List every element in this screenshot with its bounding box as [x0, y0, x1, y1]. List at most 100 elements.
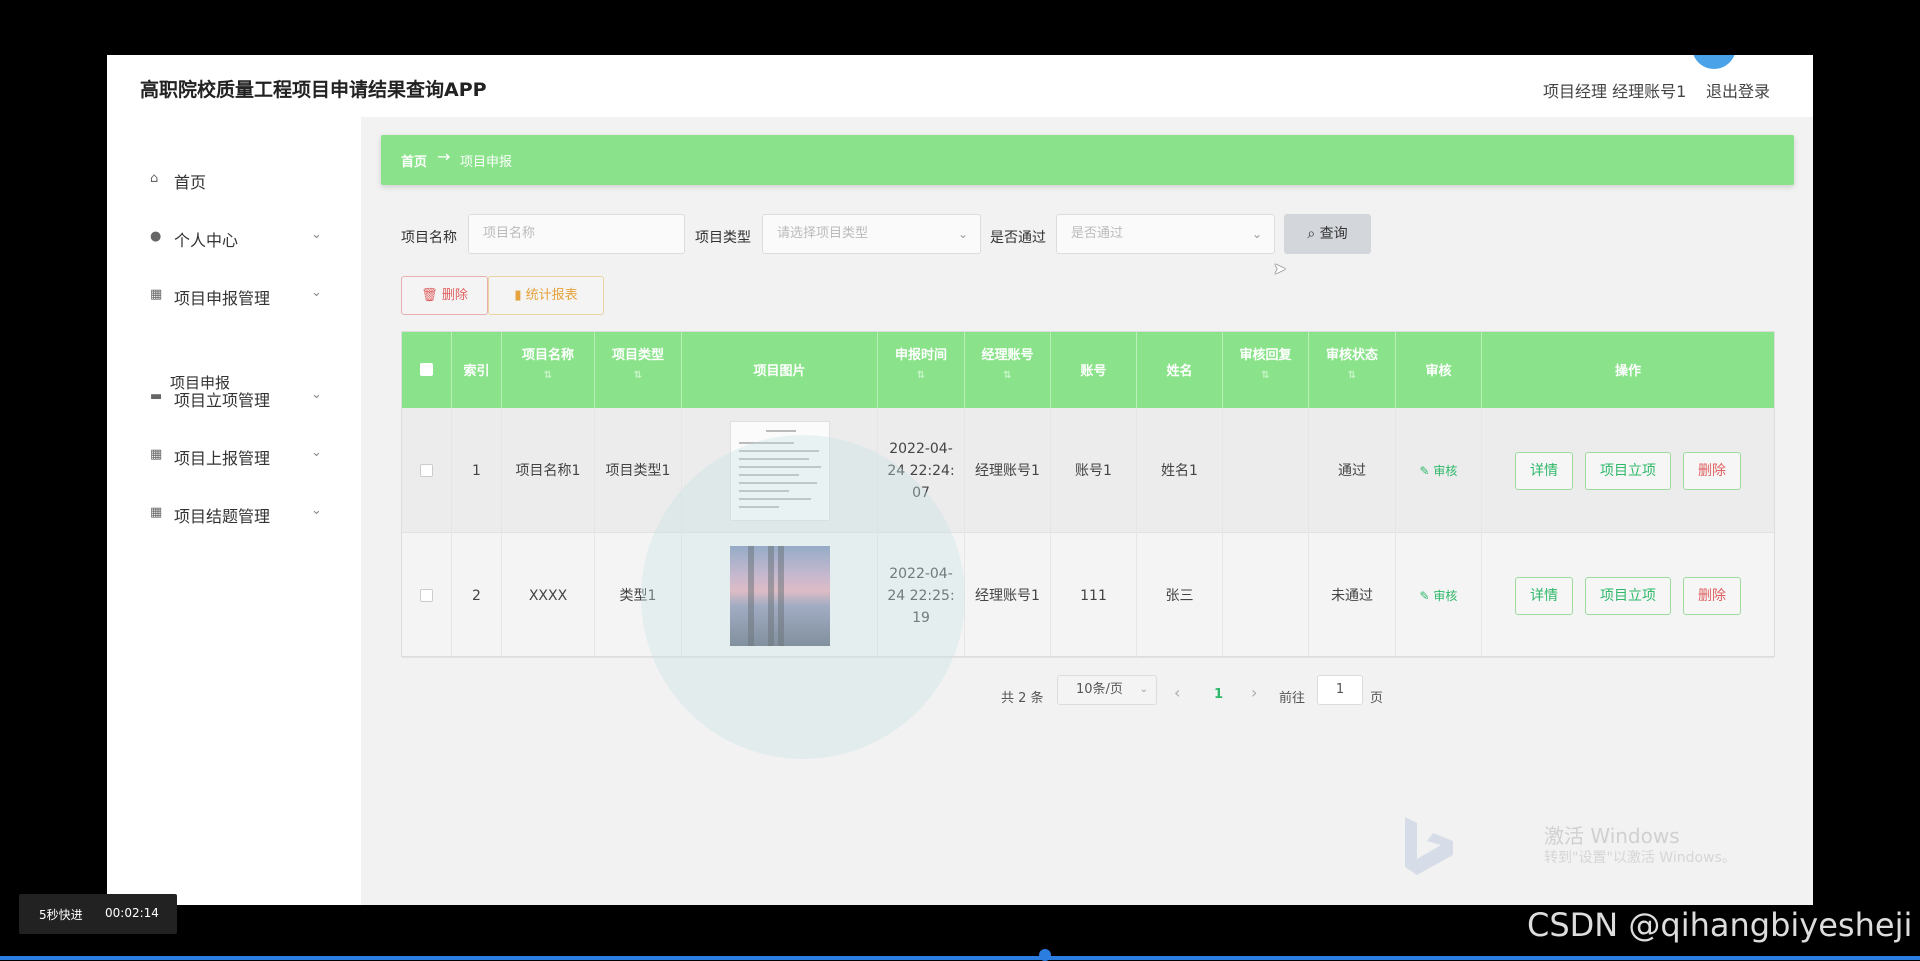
- select-all-checkbox[interactable]: [420, 363, 433, 376]
- sidebar-item-label: 个人中心: [174, 231, 239, 250]
- audit-cell: ✎ 审核: [1396, 408, 1482, 533]
- prev-page-button[interactable]: ‹: [1174, 683, 1180, 702]
- current-user: 项目经理 经理账号1: [1543, 82, 1687, 101]
- column-header[interactable]: 项目类型 ⇅: [595, 332, 682, 408]
- chevron-down-icon: ⌄: [1139, 684, 1148, 695]
- row-checkbox[interactable]: [420, 589, 433, 602]
- fast-forward-badge[interactable]: 5秒快进 00:02:14: [19, 894, 177, 934]
- batch-delete-button[interactable]: 🗑 删除: [401, 276, 488, 315]
- column-header: 操作: [1482, 332, 1774, 408]
- project-name-cell: 项目名称1: [502, 408, 595, 533]
- sort-icon: ⇅: [543, 370, 553, 381]
- approve-project-button[interactable]: 项目立项: [1585, 451, 1671, 490]
- time-line: 07: [912, 484, 930, 501]
- audit-status-cell: 未通过: [1309, 533, 1396, 658]
- project-image-cell: [682, 533, 878, 658]
- grid-icon: ▦: [150, 505, 163, 520]
- home-icon: ⌂: [150, 171, 159, 186]
- project-name-label: 项目名称: [401, 230, 457, 246]
- column-header-label: 经理账号: [981, 348, 1034, 363]
- search-button[interactable]: ⌕ 查询: [1284, 214, 1371, 254]
- sidebar-item-project-report[interactable]: ▦ 项目上报管理 ⌄: [107, 435, 361, 475]
- column-header-label: 审核: [1425, 364, 1452, 379]
- video-progress-handle[interactable]: [1039, 949, 1051, 961]
- sidebar-item-project-approval[interactable]: ▬ 项目立项管理 ⌄: [107, 377, 361, 417]
- sidebar-item-label: 项目结题管理: [174, 507, 271, 526]
- pass-status-select[interactable]: 是否通过 ⌄: [1056, 214, 1275, 254]
- project-name-cell: XXXX: [502, 533, 595, 658]
- statistics-report-label: 统计报表: [525, 288, 578, 303]
- sidebar: ⌂ 首页 ● 个人中心 ⌄ ▦ 项目申报管理 ⌄ 项目申报 ▬ 项目立项管理 ⌄…: [107, 117, 361, 905]
- time-line: 24 22:24:: [887, 462, 955, 479]
- detail-button[interactable]: 详情: [1515, 451, 1573, 490]
- project-image-cell: [682, 408, 878, 533]
- column-header-label: 项目图片: [753, 364, 806, 379]
- audit-cell: ✎ 审核: [1396, 533, 1482, 658]
- column-header[interactable]: 经理账号 ⇅: [965, 332, 1051, 408]
- chevron-down-icon: ⌄: [311, 285, 322, 300]
- statistics-report-button[interactable]: ▮ 统计报表: [488, 276, 604, 315]
- sort-icon: ⇅: [1347, 370, 1357, 381]
- audit-link[interactable]: ✎ 审核: [1420, 460, 1458, 482]
- column-header[interactable]: 姓名: [1137, 332, 1223, 408]
- sidebar-item-home[interactable]: ⌂ 首页: [107, 159, 361, 199]
- column-header[interactable]: 账号: [1051, 332, 1137, 408]
- windows-activation-hint: 转到"设置"以激活 Windows。: [1544, 850, 1736, 866]
- column-header[interactable]: 申报时间 ⇅: [878, 332, 965, 408]
- column-header-label: 审核回复: [1239, 348, 1292, 363]
- column-header[interactable]: 项目名称 ⇅: [502, 332, 595, 408]
- select-placeholder: 是否通过: [1071, 226, 1124, 241]
- account-cell: 111: [1051, 533, 1137, 658]
- audit-reply-cell: [1223, 533, 1309, 658]
- sidebar-item-project-closure[interactable]: ▦ 项目结题管理 ⌄: [107, 493, 361, 533]
- column-header[interactable]: 审核: [1396, 332, 1482, 408]
- column-header-label: 项目名称: [521, 348, 574, 363]
- page-number-1[interactable]: 1: [1214, 687, 1223, 702]
- delete-button[interactable]: 删除: [1683, 576, 1741, 615]
- row-select-cell: [402, 533, 452, 658]
- select-placeholder: 请选择项目类型: [777, 226, 869, 241]
- column-header-label: 项目类型: [611, 348, 664, 363]
- select-all-header[interactable]: [402, 332, 452, 408]
- project-type-select[interactable]: 请选择项目类型 ⌄: [762, 214, 981, 254]
- row-checkbox[interactable]: [420, 464, 433, 477]
- column-header[interactable]: 项目图片: [682, 332, 878, 408]
- account-cell: 账号1: [1051, 408, 1137, 533]
- chevron-down-icon: ⌄: [311, 227, 322, 242]
- time-line: 2022-04-: [889, 565, 953, 582]
- delete-button[interactable]: 删除: [1683, 451, 1741, 490]
- photo-thumbnail[interactable]: [729, 545, 830, 646]
- logout-button[interactable]: 退出登录: [1706, 78, 1770, 102]
- next-page-button[interactable]: ›: [1251, 683, 1257, 702]
- column-header-label: 账号: [1080, 364, 1107, 379]
- breadcrumb-home[interactable]: 首页: [401, 151, 427, 170]
- goto-page-input[interactable]: 1: [1317, 675, 1363, 705]
- trash-icon: 🗑: [421, 288, 442, 303]
- column-header-label: 操作: [1614, 364, 1641, 379]
- avatar[interactable]: [1692, 55, 1736, 69]
- sort-icon: ⇅: [916, 370, 926, 381]
- page-size-select[interactable]: 10条/页 ⌄: [1057, 675, 1157, 705]
- column-header[interactable]: 审核状态 ⇅: [1309, 332, 1396, 408]
- person-name-cell: 姓名1: [1137, 408, 1223, 533]
- approve-project-button[interactable]: 项目立项: [1585, 576, 1671, 615]
- detail-button[interactable]: 详情: [1515, 576, 1573, 615]
- audit-link[interactable]: ✎ 审核: [1420, 585, 1458, 607]
- table-row: 2 XXXX 类型1 2022-04- 24 22:25: 19 经理账号1 111…: [402, 533, 1774, 658]
- sidebar-item-project-declare[interactable]: ▦ 项目申报管理 ⌄: [107, 275, 361, 315]
- top-bar: 高职院校质量工程项目申请结果查询APP 项目经理 经理账号1 退出登录: [107, 55, 1813, 117]
- sidebar-item-label: 项目上报管理: [174, 449, 271, 468]
- goto-label: 前往: [1279, 691, 1306, 706]
- document-thumbnail[interactable]: [729, 420, 830, 521]
- time-line: 24 22:25:: [887, 587, 955, 604]
- total-count: 共 2 条: [1001, 691, 1044, 706]
- project-name-input[interactable]: 项目名称: [468, 214, 685, 254]
- sidebar-item-personal-center[interactable]: ● 个人中心 ⌄: [107, 217, 361, 257]
- video-progress-bar[interactable]: [0, 956, 1920, 960]
- column-header[interactable]: 审核回复 ⇅: [1223, 332, 1309, 408]
- project-type-cell: 类型1: [595, 533, 682, 658]
- sidebar-item-label: 项目申报管理: [174, 289, 271, 308]
- time-line: 2022-04-: [889, 440, 953, 457]
- csdn-credit-watermark: CSDN @qihangbiyesheji: [1527, 906, 1913, 944]
- chevron-down-icon: ⌄: [957, 227, 968, 241]
